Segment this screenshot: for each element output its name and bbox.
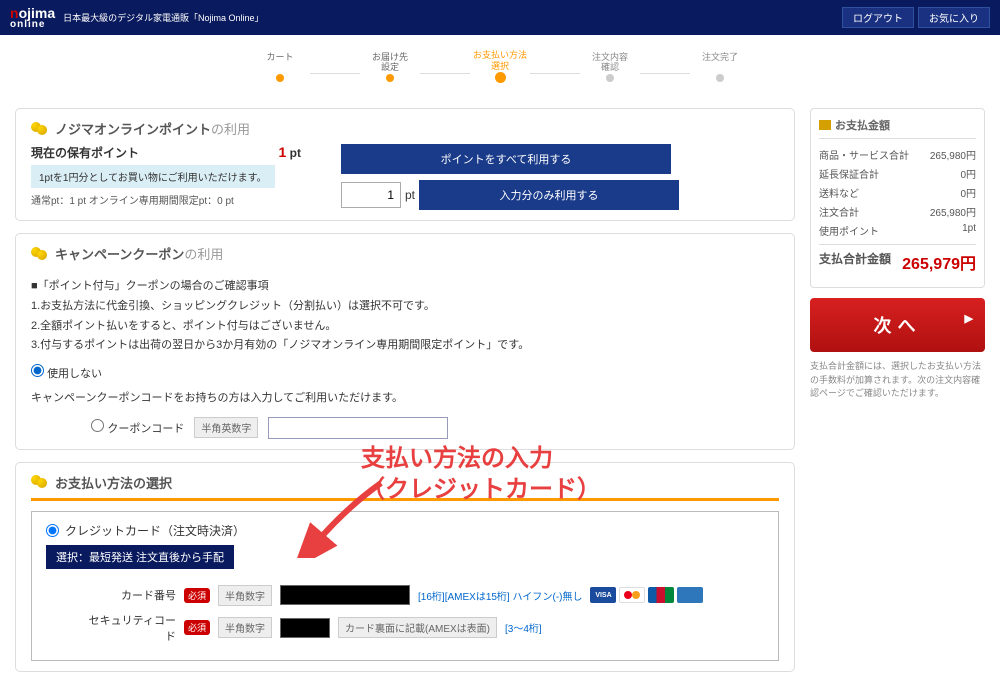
summary-header: お支払金額 — [835, 117, 890, 133]
security-code-location-hint: カード裏面に記載(AMEXは表面) — [338, 617, 497, 638]
points-current-label: 現在の保有ポイント — [31, 144, 139, 161]
points-panel: ノジマオンラインポイントの利用 現在の保有ポイント 1 pt 1ptを1円分とし… — [15, 108, 795, 221]
credit-card-radio[interactable]: クレジットカード（注文時決済） — [46, 522, 764, 539]
use-all-points-button[interactable]: ポイントをすべて利用する — [341, 144, 671, 174]
step-payment: お支払い方法選択 — [473, 50, 527, 70]
mastercard-icon — [619, 587, 645, 603]
use-input-points-button[interactable]: 入力分のみ利用する — [419, 180, 679, 210]
payment-title: お支払い方法の選択 — [55, 473, 172, 492]
tagline: 日本最大級のデジタル家電通販「Nojima Online」 — [63, 11, 263, 24]
site-header: nojima online 日本最大級のデジタル家電通販「Nojima Onli… — [0, 0, 1000, 35]
step-cart: カート — [266, 52, 293, 72]
step-confirm: 注文内容確認 — [592, 52, 628, 72]
required-badge: 必須 — [184, 620, 210, 635]
coupon-title: キャンペーンクーポン — [55, 247, 184, 262]
card-number-input[interactable] — [280, 585, 410, 605]
coupon-none-radio[interactable]: 使用しない — [31, 368, 102, 380]
numeric-badge: 半角数字 — [218, 585, 272, 606]
coupon-prompt: キャンペーンクーポンコードをお持ちの方は入力してご利用いただけます。 — [31, 389, 779, 409]
cart-icon — [819, 120, 831, 130]
order-summary-panel: お支払金額 商品・サービス合計265,980円 延長保証合計0円 送料など0円 … — [810, 108, 985, 288]
coin-icon — [31, 122, 49, 136]
summary-note: 支払合計金額には、選択したお支払い方法の手数料が加算されます。次の注文内容確認ペ… — [810, 360, 985, 401]
points-note: 1ptを1円分としてお買い物にご利用いただけます。 — [31, 165, 275, 188]
logo[interactable]: nojima online — [10, 6, 55, 30]
points-title: ノジマオンラインポイント — [55, 122, 211, 137]
card-brand-logos: VISA — [590, 587, 703, 603]
visa-icon: VISA — [590, 587, 616, 603]
coupon-note-2: 2.全額ポイント払いをすると、ポイント付与はございません。 — [31, 317, 779, 337]
card-digits-hint: [16桁][AMEXは15桁] ハイフン(-)無し — [418, 588, 582, 603]
step-delivery: お届け先設定 — [372, 52, 408, 72]
logout-button[interactable]: ログアウト — [842, 7, 914, 28]
coupon-code-input[interactable] — [268, 417, 448, 439]
points-breakdown: 通常pt：1 pt オンライン専用期間限定pt：0 pt — [31, 192, 301, 207]
coupon-note-header: ■「ポイント付与」クーポンの場合のご確認事項 — [31, 277, 779, 297]
coupon-panel: キャンペーンクーポンの利用 ■「ポイント付与」クーポンの場合のご確認事項 1.お… — [15, 233, 795, 450]
coupon-note-3: 3.付与するポイントは出荷の翌日から3か月有効の「ノジマオンライン専用期間限定ポ… — [31, 336, 779, 356]
favorites-button[interactable]: お気に入り — [918, 7, 990, 28]
total-value: 265,979円 — [902, 250, 976, 274]
coupon-note-1: 1.お支払方法に代金引換、ショッピングクレジット（分割払い）は選択不可です。 — [31, 297, 779, 317]
points-input[interactable] — [341, 182, 401, 208]
points-current-value: 1 — [279, 144, 287, 160]
checkout-progress: カート お届け先設定 お支払い方法選択 注文内容確認 注文完了 — [0, 35, 1000, 108]
step-complete: 注文完了 — [702, 52, 738, 72]
shipping-selection-bar: 選択：最短発送 注文直後から手配 — [46, 545, 234, 569]
amex-icon — [677, 587, 703, 603]
coin-icon — [31, 247, 49, 261]
alnum-badge: 半角英数字 — [194, 417, 258, 438]
payment-panel: お支払い方法の選択 クレジットカード（注文時決済） 選択：最短発送 注文直後から… — [15, 462, 795, 672]
jcb-icon — [648, 587, 674, 603]
total-label: 支払合計金額 — [819, 250, 891, 274]
next-button[interactable]: 次へ — [810, 298, 985, 352]
security-code-digits-hint: [3～4桁] — [505, 620, 542, 635]
coupon-code-radio[interactable]: クーポンコード — [91, 419, 184, 436]
card-number-label: カード番号 — [86, 587, 176, 603]
required-badge: 必須 — [184, 588, 210, 603]
security-code-input[interactable] — [280, 618, 330, 638]
security-code-label: セキュリティコード — [86, 612, 176, 644]
numeric-badge: 半角数字 — [218, 617, 272, 638]
coin-icon — [31, 475, 49, 489]
